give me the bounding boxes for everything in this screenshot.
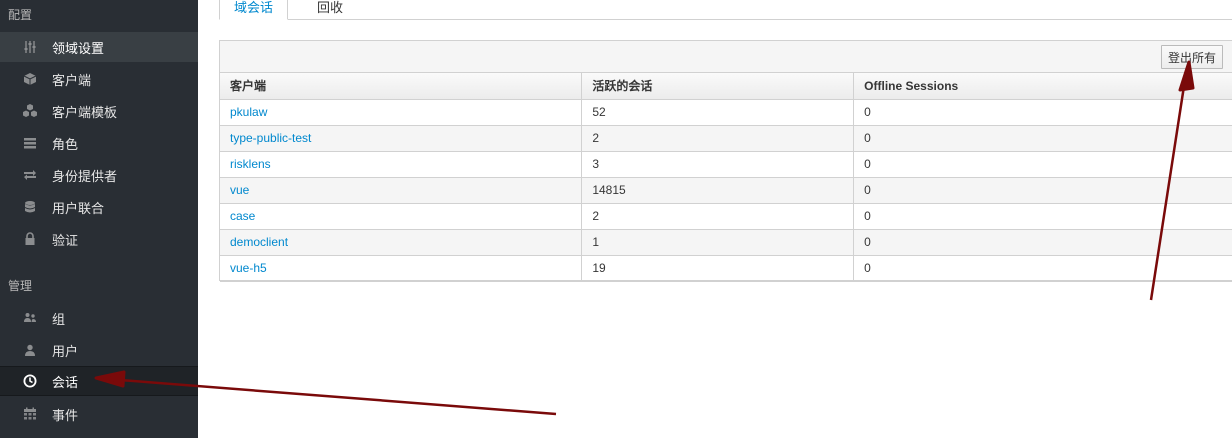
sidebar-item-label: 客户端模板 bbox=[52, 104, 118, 120]
cell-offline-sessions: 0 bbox=[853, 125, 1232, 152]
cell-client: risklens bbox=[220, 151, 583, 178]
cell-active-sessions: 14815 bbox=[581, 177, 855, 204]
sidebar-item-label: 会话 bbox=[52, 374, 79, 390]
database-icon bbox=[22, 199, 38, 215]
sliders-icon bbox=[22, 39, 38, 55]
column-header-active-sessions[interactable]: 活跃的会话 bbox=[581, 73, 855, 100]
sessions-table: 客户端 活跃的会话 Offline Sessions pkulaw 52 0 type… bbox=[220, 73, 1232, 282]
table-row: risklens 3 0 bbox=[220, 151, 1232, 178]
client-link[interactable]: vue bbox=[230, 183, 249, 197]
sidebar-section-manage: 管理 bbox=[8, 279, 33, 293]
lock-icon bbox=[22, 231, 38, 247]
table-row: pkulaw 52 0 bbox=[220, 99, 1232, 126]
client-link[interactable]: case bbox=[230, 209, 255, 223]
sidebar-item-roles[interactable]: 角色 bbox=[0, 128, 198, 158]
cell-client: type-public-test bbox=[220, 125, 583, 152]
cell-active-sessions: 2 bbox=[581, 203, 855, 230]
logout-all-button[interactable]: 登出所有 bbox=[1160, 45, 1223, 69]
cube-icon bbox=[22, 71, 38, 87]
cell-active-sessions: 19 bbox=[581, 255, 855, 282]
sidebar-item-authentication[interactable]: 验证 bbox=[0, 224, 198, 254]
sidebar-item-label: 角色 bbox=[52, 136, 79, 152]
cell-offline-sessions: 0 bbox=[853, 255, 1232, 282]
exchange-icon bbox=[22, 167, 38, 183]
sessions-panel: 登出所有 客户端 活跃的会话 Offline Sessions pkulaw 52… bbox=[219, 40, 1232, 282]
sidebar-section-config: 配置 bbox=[8, 8, 33, 22]
column-header-offline-sessions[interactable]: Offline Sessions bbox=[853, 73, 1232, 100]
table-row: vue-h5 19 0 bbox=[220, 255, 1232, 282]
cell-client: pkulaw bbox=[220, 99, 583, 126]
client-link[interactable]: type-public-test bbox=[230, 131, 311, 145]
client-link[interactable]: democlient bbox=[230, 235, 288, 249]
sidebar-item-label: 领域设置 bbox=[52, 40, 105, 56]
sidebar-item-client-templates[interactable]: 客户端模板 bbox=[0, 96, 198, 126]
client-link[interactable]: vue-h5 bbox=[230, 261, 267, 275]
table-row: vue 14815 0 bbox=[220, 177, 1232, 204]
main-content: 域会话 回收 登出所有 客户端 活跃的会话 Offline Sessions p… bbox=[198, 0, 1232, 438]
cell-offline-sessions: 0 bbox=[853, 151, 1232, 178]
cell-active-sessions: 1 bbox=[581, 229, 855, 256]
sidebar-item-users[interactable]: 用户 bbox=[0, 335, 198, 365]
table-header-row: 客户端 活跃的会话 Offline Sessions bbox=[220, 73, 1232, 100]
user-icon bbox=[22, 342, 38, 358]
tab-revocation[interactable]: 回收 bbox=[303, 0, 357, 20]
cell-client: democlient bbox=[220, 229, 583, 256]
cell-offline-sessions: 0 bbox=[853, 177, 1232, 204]
cell-client: vue bbox=[220, 177, 583, 204]
cell-offline-sessions: 0 bbox=[853, 229, 1232, 256]
cell-client: case bbox=[220, 203, 583, 230]
cell-active-sessions: 3 bbox=[581, 151, 855, 178]
table-toolbar: 登出所有 bbox=[220, 41, 1232, 73]
sidebar-item-label: 客户端 bbox=[52, 72, 92, 88]
cell-active-sessions: 2 bbox=[581, 125, 855, 152]
sidebar-item-label: 验证 bbox=[52, 232, 79, 248]
sidebar-item-user-federation[interactable]: 用户联合 bbox=[0, 192, 198, 222]
tab-bar: 域会话 回收 bbox=[219, 0, 1232, 20]
cubes-icon bbox=[22, 103, 38, 119]
sidebar-item-label: 用户联合 bbox=[52, 200, 105, 216]
table-row: case 2 0 bbox=[220, 203, 1232, 230]
tab-realm-sessions[interactable]: 域会话 bbox=[219, 0, 289, 20]
calendar-icon bbox=[22, 406, 38, 422]
cell-client: vue-h5 bbox=[220, 255, 583, 282]
sidebar: 配置 领域设置 客户端 客户端模板 角色 身份提供者 用户联合 验证 管理 组 … bbox=[0, 0, 198, 438]
client-link[interactable]: risklens bbox=[230, 157, 271, 171]
users-icon bbox=[22, 310, 38, 326]
cell-active-sessions: 52 bbox=[581, 99, 855, 126]
cell-offline-sessions: 0 bbox=[853, 203, 1232, 230]
sidebar-item-realm-settings[interactable]: 领域设置 bbox=[0, 32, 198, 62]
column-header-client[interactable]: 客户端 bbox=[220, 73, 583, 100]
sidebar-item-label: 组 bbox=[52, 311, 66, 327]
sidebar-item-events[interactable]: 事件 bbox=[0, 399, 198, 429]
sidebar-item-sessions[interactable]: 会话 bbox=[0, 366, 198, 396]
sidebar-item-label: 事件 bbox=[52, 407, 79, 423]
sidebar-item-clients[interactable]: 客户端 bbox=[0, 64, 198, 94]
table-row: democlient 1 0 bbox=[220, 229, 1232, 256]
list-icon bbox=[22, 135, 38, 151]
table-row: type-public-test 2 0 bbox=[220, 125, 1232, 152]
app-window: 配置 领域设置 客户端 客户端模板 角色 身份提供者 用户联合 验证 管理 组 … bbox=[0, 0, 1232, 438]
sidebar-item-label: 用户 bbox=[52, 343, 79, 359]
clock-icon bbox=[22, 373, 38, 389]
sidebar-item-identity-providers[interactable]: 身份提供者 bbox=[0, 160, 198, 190]
sidebar-item-groups[interactable]: 组 bbox=[0, 303, 198, 333]
client-link[interactable]: pkulaw bbox=[230, 105, 267, 119]
cell-offline-sessions: 0 bbox=[853, 99, 1232, 126]
sidebar-item-label: 身份提供者 bbox=[52, 168, 118, 184]
